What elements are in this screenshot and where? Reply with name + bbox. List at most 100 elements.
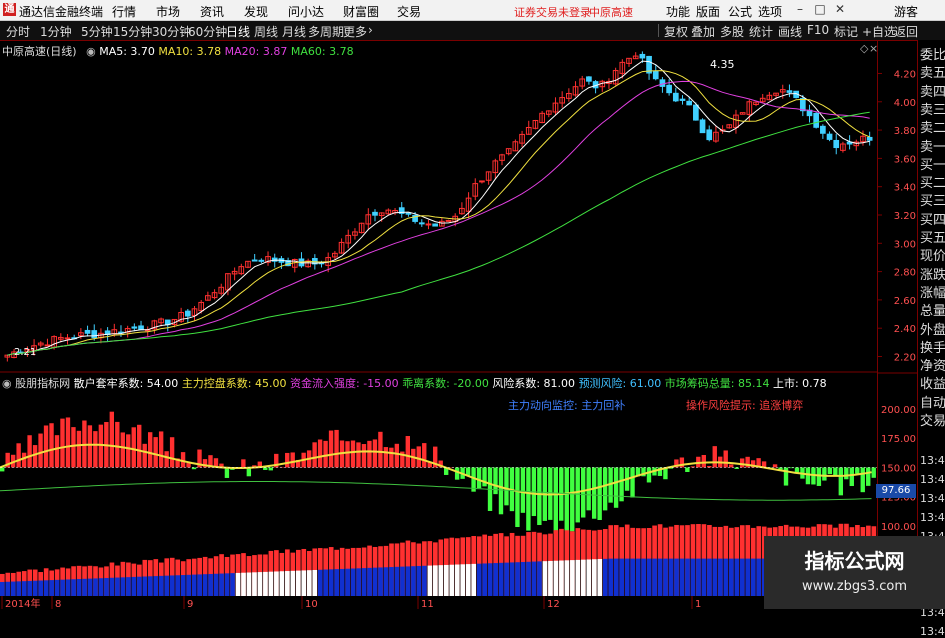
candlestick-chart[interactable]: 4.35 2.21 ◇ ×: [0, 40, 877, 373]
indicator-param: 市场筹码总量: 85.14: [665, 377, 770, 390]
date-tick-label: 1: [695, 599, 701, 609]
holding-bar-blue: [329, 569, 334, 596]
side-panel-item[interactable]: 总量: [920, 300, 945, 319]
side-panel-item[interactable]: 卖二: [920, 117, 945, 136]
holding-bar-blue: [148, 576, 153, 596]
close-icon[interactable]: ✕: [831, 1, 849, 18]
tab-30min[interactable]: 30分钟: [152, 23, 191, 40]
holding-bar-blue: [82, 579, 87, 596]
indicator-settings-icon[interactable]: ◉: [86, 45, 96, 58]
menu-options[interactable]: 选项: [758, 3, 782, 20]
price-tick-label: 3.60: [894, 154, 916, 165]
menu-news[interactable]: 资讯: [200, 3, 224, 20]
holding-bar-blue: [477, 564, 482, 596]
side-panel-item[interactable]: 换手: [920, 337, 945, 356]
holding-bar-blue: [652, 559, 657, 596]
indicator-bar: [822, 467, 826, 480]
tab-1min[interactable]: 1分钟: [40, 23, 72, 40]
side-panel-item[interactable]: 买四: [920, 209, 945, 228]
side-panel-item[interactable]: 卖四: [920, 81, 945, 100]
statistics-button[interactable]: 统计: [749, 23, 773, 40]
holding-bar-blue: [592, 559, 597, 596]
holding-bar-blue: [493, 563, 498, 596]
minimize-icon[interactable]: –: [791, 1, 809, 18]
side-panel-item[interactable]: 买五: [920, 227, 945, 246]
more-chevron-icon[interactable]: ›: [368, 23, 373, 37]
menu-discover[interactable]: 发现: [244, 3, 268, 20]
holding-bar-blue: [537, 561, 542, 596]
side-panel-item[interactable]: 净资: [920, 355, 945, 374]
tab-5min[interactable]: 5分钟: [81, 23, 113, 40]
holding-bar-blue: [608, 559, 613, 596]
indicator-bar: [395, 444, 399, 468]
holding-bar-blue: [466, 564, 471, 596]
indicator-bar: [22, 453, 26, 468]
holding-bar-blue: [99, 578, 104, 596]
candle-body: [673, 93, 678, 101]
side-panel-item[interactable]: 卖三: [920, 99, 945, 118]
side-panel-item[interactable]: 卖五: [920, 62, 945, 81]
menu-layout[interactable]: 版面: [696, 3, 720, 20]
value-tick-label: 200.00: [881, 405, 916, 416]
menu-market-quotes[interactable]: 行情: [112, 3, 136, 20]
side-time-item: 13:42: [920, 625, 945, 638]
indicator-settings-icon[interactable]: ◉: [2, 377, 12, 390]
tab-daily[interactable]: 日线: [226, 23, 250, 40]
menu-ask-xiaoda[interactable]: 问小达: [288, 3, 324, 20]
side-panel-item[interactable]: 涨幅: [920, 282, 945, 301]
side-panel-item[interactable]: 外盘: [920, 319, 945, 338]
side-panel-item[interactable]: 买三: [920, 190, 945, 209]
close-chart-icon[interactable]: ×: [869, 42, 877, 55]
menu-market[interactable]: 市场: [156, 3, 180, 20]
tab-weekly[interactable]: 周线: [254, 23, 278, 40]
f10-button[interactable]: F10: [807, 23, 829, 37]
price-tick-label: 4.00: [894, 98, 916, 109]
tab-monthly[interactable]: 月线: [282, 23, 306, 40]
menu-wealth-circle[interactable]: 财富圈: [343, 3, 379, 20]
draw-line-button[interactable]: 画线: [778, 23, 802, 40]
candle-body: [660, 80, 665, 87]
indicator-bar: [373, 439, 377, 467]
indicator-bar: [137, 425, 141, 468]
holding-bar-blue: [581, 560, 586, 596]
maximize-icon[interactable]: □: [811, 1, 829, 18]
main-force-monitor: 主力动向监控: 主力回补: [508, 397, 625, 413]
side-panel-item[interactable]: 买二: [920, 172, 945, 191]
indicator-bars-group: [0, 412, 876, 596]
restore-rights-button[interactable]: 复权: [664, 23, 688, 40]
guest-user[interactable]: 游客: [894, 3, 918, 20]
expand-icon[interactable]: ◇: [860, 42, 869, 55]
tab-multi-period[interactable]: 多周期: [308, 23, 344, 40]
side-panel-item[interactable]: 委比: [920, 44, 945, 63]
side-panel-item[interactable]: 卖一: [920, 136, 945, 155]
menu-functions[interactable]: 功能: [666, 3, 690, 20]
multi-stock-button[interactable]: 多股: [720, 23, 744, 40]
tab-60min[interactable]: 60分钟: [188, 23, 227, 40]
back-button[interactable]: 返回: [894, 23, 918, 40]
holding-bar-blue: [16, 581, 21, 596]
tab-more[interactable]: 更多: [343, 23, 367, 40]
add-watchlist-button[interactable]: +自选: [862, 23, 896, 40]
side-panel-item[interactable]: 自动: [920, 392, 945, 411]
holding-bar-blue: [707, 559, 712, 596]
holding-bar-blue: [307, 570, 312, 596]
login-warning[interactable]: 证券交易未登录: [514, 4, 591, 20]
mark-button[interactable]: 标记: [834, 23, 858, 40]
side-panel-item[interactable]: 收益: [920, 373, 945, 392]
holding-bar-blue: [488, 563, 493, 596]
side-panel-item[interactable]: 涨跌: [920, 264, 945, 283]
menu-trade[interactable]: 交易: [397, 3, 421, 20]
indicator-bar: [817, 467, 821, 486]
menu-formula[interactable]: 公式: [728, 3, 752, 20]
holding-bar-blue: [258, 572, 263, 596]
holding-bar-blue: [356, 568, 361, 596]
indicator-bar: [833, 467, 837, 475]
side-panel-item[interactable]: 现价: [920, 245, 945, 264]
tab-intraday[interactable]: 分时: [6, 23, 30, 40]
overlay-button[interactable]: 叠加: [691, 23, 715, 40]
candle-body: [587, 77, 592, 81]
side-panel-item[interactable]: 买一: [920, 154, 945, 173]
side-panel-item[interactable]: 交易: [920, 410, 945, 429]
indicator-bar: [291, 452, 295, 467]
tab-15min[interactable]: 15分钟: [113, 23, 152, 40]
